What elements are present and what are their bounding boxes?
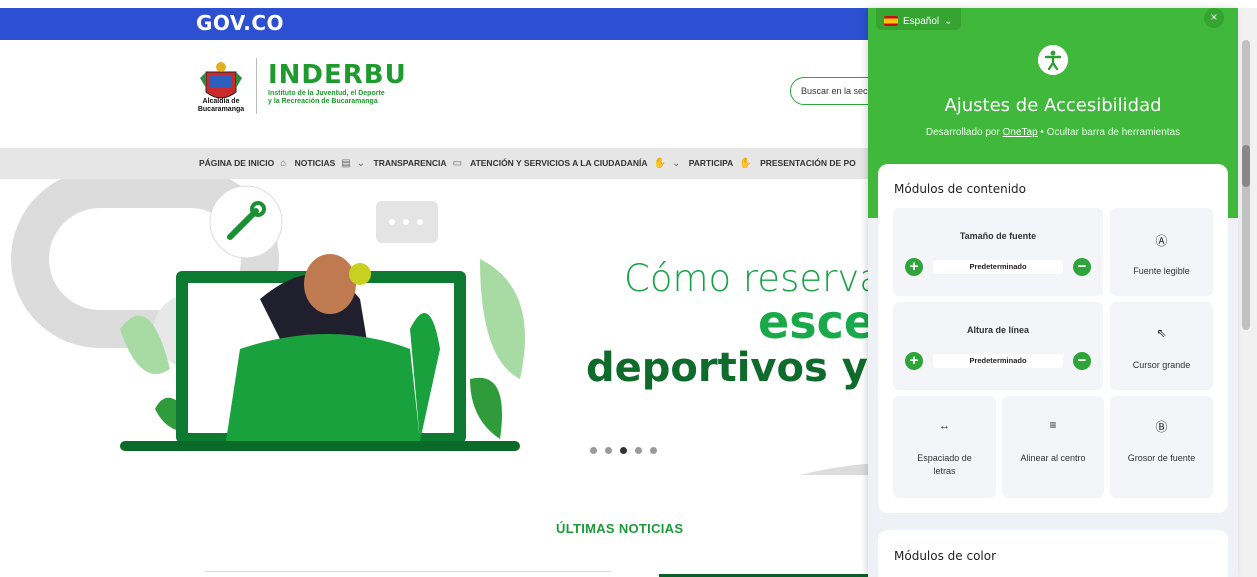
- nav-item-atencion[interactable]: ATENCIÓN Y SERVICIOS A LA CIUDADANÍA ✋ ⌄: [470, 158, 683, 169]
- carousel-dot[interactable]: [590, 447, 597, 454]
- big-cursor-label: Cursor grande: [1132, 360, 1191, 370]
- letter-spacing-icon: ↔: [939, 420, 950, 432]
- onetap-link[interactable]: OneTap: [1003, 127, 1038, 138]
- readable-font-tile[interactable]: Ⓐ Fuente legible: [1110, 208, 1213, 296]
- nav-item-noticias[interactable]: NOTICIAS ▤ ⌄: [294, 158, 368, 169]
- readable-font-label: Fuente legible: [1133, 266, 1190, 276]
- font-weight-tile[interactable]: Ⓑ Grosor de fuente: [1110, 396, 1213, 498]
- color-modules-title: Módulos de color: [894, 549, 997, 563]
- carousel-dot-active[interactable]: [620, 447, 627, 454]
- nav-item-label: TRANSPARENCIA: [373, 158, 447, 168]
- readable-font-icon: Ⓐ: [1155, 234, 1168, 248]
- home-icon: ⌂: [280, 158, 287, 169]
- browser-page: GOV.CO Alcaldía de Bucaramanga INDERBU I…: [0, 0, 1257, 577]
- carousel-dot[interactable]: [605, 447, 612, 454]
- news-card[interactable]: [205, 571, 611, 577]
- hero-illustration: [11, 179, 880, 475]
- nav-item-transparencia[interactable]: TRANSPARENCIA ▭: [373, 158, 466, 169]
- panel-subtitle-prefix: Desarrollado por: [925, 127, 1003, 138]
- chevron-down-icon: ⌄: [944, 15, 953, 27]
- decrease-line-height-button[interactable]: −: [1073, 352, 1091, 370]
- nav-item-label: PRESENTACIÓN DE PO: [760, 158, 856, 168]
- cursor-icon: ⇖: [1156, 326, 1167, 340]
- nav-item-inicio[interactable]: PÁGINA DE INICIO ⌂: [199, 158, 289, 169]
- nav-item-label: PÁGINA DE INICIO: [199, 158, 275, 168]
- nav-item-label: ATENCIÓN Y SERVICIOS A LA CIUDADANÍA: [470, 158, 648, 168]
- hero-headline-line2: esce: [758, 295, 876, 349]
- carousel-dot[interactable]: [650, 447, 657, 454]
- letter-spacing-label: Espaciado de letras: [917, 453, 972, 476]
- font-weight-label: Grosor de fuente: [1127, 453, 1196, 463]
- nav-items: PÁGINA DE INICIO ⌂ NOTICIAS ▤ ⌄ TRANSPARENC…: [199, 158, 862, 169]
- close-button[interactable]: ×: [1204, 8, 1224, 28]
- font-size-stepper: + Predeterminado −: [905, 258, 1091, 280]
- monitor-icon: ▭: [452, 158, 463, 169]
- chevron-down-icon: ⌄: [356, 158, 366, 169]
- crest-caption: Alcaldía de Bucaramanga: [197, 98, 245, 113]
- spain-flag-icon: [884, 16, 898, 26]
- hero-headline-line1: Cómo reservar: [624, 257, 898, 300]
- carousel-dot[interactable]: [635, 447, 642, 454]
- gov-co-logo[interactable]: GOV.CO: [196, 11, 284, 35]
- language-selector[interactable]: Español ⌄: [876, 8, 961, 30]
- chevron-down-icon: ⌄: [671, 158, 681, 169]
- font-size-tile: Tamaño de fuente + Predeterminado −: [893, 208, 1103, 296]
- align-center-icon: ≡: [1049, 418, 1057, 432]
- bold-icon: Ⓑ: [1155, 420, 1168, 434]
- content-modules-title: Módulos de contenido: [894, 182, 1027, 196]
- news-icon: ▤: [341, 158, 351, 169]
- nav-item-presentacion[interactable]: PRESENTACIÓN DE PO: [760, 158, 859, 168]
- letter-spacing-tile[interactable]: ↔ Espaciado de letras: [893, 396, 996, 498]
- decrease-font-button[interactable]: −: [1073, 258, 1091, 276]
- line-height-value: Predeterminado: [933, 354, 1063, 368]
- line-height-label: Altura de línea: [966, 325, 1029, 335]
- align-center-tile[interactable]: ≡ Alinear al centro: [1002, 396, 1104, 498]
- line-height-stepper: + Predeterminado −: [905, 352, 1091, 374]
- font-size-value: Predeterminado: [933, 260, 1063, 274]
- nav-item-label: NOTICIAS: [294, 158, 336, 168]
- color-modules-card: Módulos de color: [878, 530, 1228, 577]
- line-height-tile: Altura de línea + Predeterminado −: [893, 302, 1103, 390]
- font-size-label: Tamaño de fuente: [959, 231, 1037, 241]
- inderbu-subtitle-line1: Instituto de la Juventud, el Deporte: [268, 90, 385, 97]
- language-label: Español: [903, 15, 940, 27]
- increase-font-button[interactable]: +: [905, 258, 923, 276]
- hand-icon: ✋: [739, 158, 752, 169]
- panel-title: Ajustes de Accesibilidad: [944, 95, 1162, 116]
- increase-line-height-button[interactable]: +: [905, 352, 923, 370]
- accessibility-icon: [1038, 45, 1068, 75]
- content-modules-card: Módulos de contenido Tamaño de fuente + …: [878, 164, 1228, 513]
- nav-item-participa[interactable]: PARTICIPA ✋: [688, 158, 755, 169]
- big-cursor-tile[interactable]: ⇖ Cursor grande: [1110, 302, 1213, 390]
- news-section-title: ÚLTIMAS NOTICIAS: [556, 521, 684, 536]
- accessibility-panel: Español ⌄ × Ajustes de Accesibilidad Des…: [868, 8, 1238, 577]
- hero-headline-line3: deportivos y r: [586, 345, 902, 391]
- nav-item-label: PARTICIPA: [688, 158, 734, 168]
- page-scrollbar-thumb[interactable]: [1242, 145, 1250, 187]
- inderbu-subtitle: Instituto de la Juventud, el Deporte y l…: [268, 90, 385, 106]
- carousel-dots: [590, 447, 657, 454]
- handshake-icon: ✋: [653, 158, 666, 169]
- hide-toolbar-link[interactable]: • Ocultar barra de herramientas: [1038, 127, 1180, 138]
- header-divider: [256, 58, 257, 114]
- align-center-label: Alinear al centro: [1020, 453, 1086, 463]
- panel-subtitle: Desarrollado por OneTap • Ocultar barra …: [868, 127, 1238, 138]
- inderbu-subtitle-line2: y la Recreación de Bucaramanga: [268, 98, 378, 105]
- inderbu-logo[interactable]: INDERBU: [268, 60, 407, 90]
